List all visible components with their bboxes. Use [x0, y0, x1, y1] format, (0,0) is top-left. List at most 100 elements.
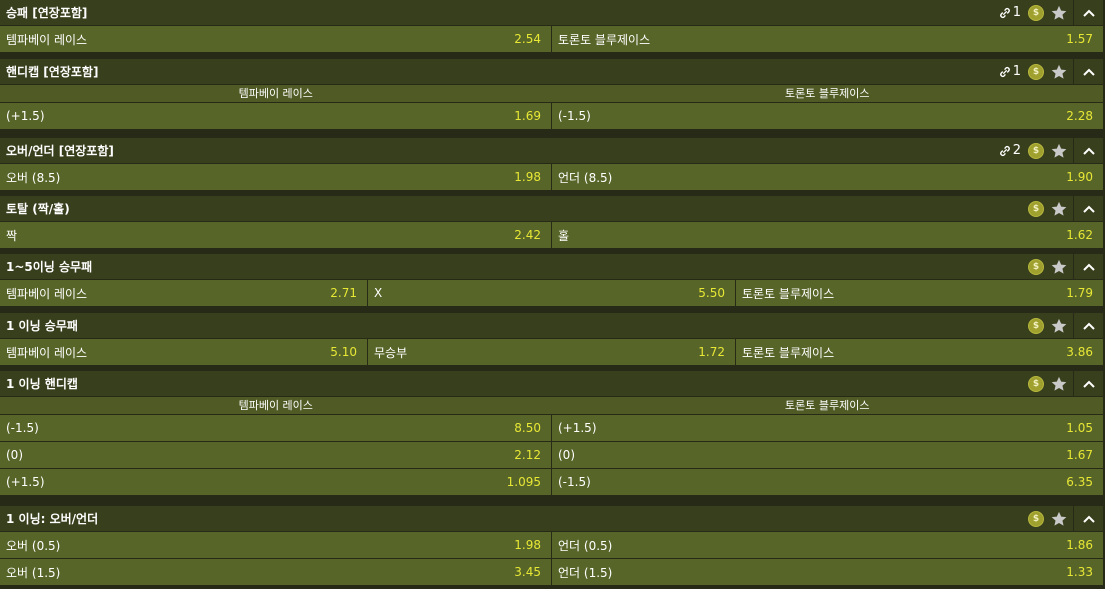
selection-label: 언더 (8.5) [558, 170, 613, 185]
link-icon [999, 7, 1010, 18]
selection-label: (-1.5) [6, 421, 39, 435]
linked-markets[interactable]: 1 [998, 64, 1021, 79]
collapse-button[interactable] [1073, 196, 1103, 221]
coin-icon[interactable]: $ [1028, 63, 1044, 80]
chevron-up-icon [1082, 68, 1095, 76]
odds-cell[interactable]: 홀 1.62 [552, 222, 1103, 248]
odds-cell[interactable]: 토론토 블루제이스 3.86 [736, 339, 1103, 365]
market-header: 오버/언더 [연장포함] 2 $ [0, 138, 1103, 164]
odds-value: 3.45 [514, 565, 541, 579]
selection-label: (0) [6, 448, 23, 462]
link-icon [999, 66, 1010, 77]
link-count: 2 [1012, 143, 1021, 158]
odds-cell[interactable]: X 5.50 [368, 280, 736, 306]
selection-label: (0) [558, 448, 575, 462]
market-inning-1-handicap: 1 이닝 핸디캡 $ 템파베이 레이스 토론토 블루제이스 (-1.5) 8.50… [0, 371, 1103, 496]
star-icon[interactable] [1050, 510, 1068, 528]
odds-cell[interactable]: 토론토 블루제이스 1.57 [552, 26, 1103, 52]
odds-row: (-1.5) 8.50 (+1.5) 1.05 [0, 415, 1103, 442]
selection-label: (+1.5) [6, 475, 45, 489]
odds-value: 2.54 [514, 32, 541, 46]
odds-row: 오버 (0.5) 1.98 언더 (0.5) 1.86 [0, 532, 1103, 559]
collapse-button[interactable] [1073, 59, 1103, 84]
market-match-result: 승패 [연장포함] 1 $ 템파베이 레이스 2.54 토론토 블루제이스 1.57 [0, 0, 1103, 53]
odds-cell[interactable]: 템파베이 레이스 2.54 [0, 26, 552, 52]
selection-label: 토론토 블루제이스 [742, 345, 835, 360]
odds-value: 1.57 [1066, 32, 1093, 46]
market-handicap: 핸디캡 [연장포함] 1 $ 템파베이 레이스 토론토 블루제이스 (+1.5)… [0, 59, 1103, 130]
odds-cell[interactable]: 오버 (0.5) 1.98 [0, 532, 552, 558]
selection-label: 토론토 블루제이스 [558, 32, 651, 47]
coin-icon[interactable]: $ [1028, 4, 1044, 21]
odds-cell[interactable]: 오버 (1.5) 3.45 [0, 559, 552, 585]
odds-value: 1.67 [1066, 448, 1093, 462]
collapse-button[interactable] [1073, 138, 1103, 163]
linked-markets[interactable]: 1 [998, 5, 1021, 20]
odds-cell[interactable]: 토론토 블루제이스 1.79 [736, 280, 1103, 306]
odds-value: 1.98 [514, 170, 541, 184]
star-icon[interactable] [1050, 258, 1068, 276]
odds-cell[interactable]: (-1.5) 8.50 [0, 415, 552, 441]
odds-cell[interactable]: 무승부 1.72 [368, 339, 736, 365]
collapse-button[interactable] [1073, 254, 1103, 279]
market-inning-1-result: 1 이닝 승무패 $ 템파베이 레이스 5.10 무승부 1.72 토론토 블루제이… [0, 313, 1103, 366]
chevron-up-icon [1082, 515, 1095, 523]
star-icon[interactable] [1050, 200, 1068, 218]
chevron-up-icon [1082, 205, 1095, 213]
odds-value: 5.50 [698, 286, 725, 300]
odds-value: 1.095 [506, 475, 541, 489]
star-icon[interactable] [1050, 375, 1068, 393]
odds-row: (0) 2.12 (0) 1.67 [0, 442, 1103, 469]
column-labels: 템파베이 레이스 토론토 블루제이스 [0, 85, 1103, 103]
coin-icon[interactable]: $ [1028, 258, 1044, 275]
market-header: 토탈 (짝/홀) $ [0, 196, 1103, 222]
selection-label: X [374, 286, 383, 300]
odds-cell[interactable]: (0) 2.12 [0, 442, 552, 468]
coin-icon[interactable]: $ [1028, 200, 1044, 217]
coin-icon[interactable]: $ [1028, 375, 1044, 392]
market-header: 1 이닝: 오버/언더 $ [0, 506, 1103, 532]
selection-label: 오버 (0.5) [6, 538, 61, 553]
odds-cell[interactable]: (+1.5) 1.69 [0, 103, 552, 129]
odds-value: 8.50 [514, 421, 541, 435]
odds-cell[interactable]: 템파베이 레이스 2.71 [0, 280, 368, 306]
odds-cell[interactable]: (0) 1.67 [552, 442, 1103, 468]
coin-icon[interactable]: $ [1028, 142, 1044, 159]
odds-cell[interactable]: (+1.5) 1.095 [0, 469, 552, 495]
odds-cell[interactable]: 오버 (8.5) 1.98 [0, 164, 552, 190]
odds-cell[interactable]: (+1.5) 1.05 [552, 415, 1103, 441]
odds-cell[interactable]: 언더 (1.5) 1.33 [552, 559, 1103, 585]
collapse-button[interactable] [1073, 506, 1103, 531]
collapse-button[interactable] [1073, 313, 1103, 338]
odds-row: 템파베이 레이스 2.54 토론토 블루제이스 1.57 [0, 26, 1103, 53]
market-title: 승패 [연장포함] [6, 6, 88, 20]
odds-cell[interactable]: 템파베이 레이스 5.10 [0, 339, 368, 365]
chevron-up-icon [1082, 147, 1095, 155]
collapse-button[interactable] [1073, 371, 1103, 396]
odds-cell[interactable]: (-1.5) 6.35 [552, 469, 1103, 495]
market-innings-1-5-result: 1~5이닝 승무패 $ 템파베이 레이스 2.71 X 5.50 토론토 블루제이스… [0, 254, 1103, 307]
column-label: 토론토 블루제이스 [785, 87, 870, 100]
chevron-up-icon [1082, 322, 1095, 330]
odds-cell[interactable]: 짝 2.42 [0, 222, 552, 248]
odds-cell[interactable]: 언더 (0.5) 1.86 [552, 532, 1103, 558]
coin-icon[interactable]: $ [1028, 510, 1044, 527]
odds-value: 1.69 [514, 109, 541, 123]
link-count: 1 [1012, 64, 1021, 79]
coin-icon[interactable]: $ [1028, 317, 1044, 334]
star-icon[interactable] [1050, 317, 1068, 335]
star-icon[interactable] [1050, 142, 1068, 160]
star-icon[interactable] [1050, 63, 1068, 81]
linked-markets[interactable]: 2 [998, 143, 1021, 158]
selection-label: 짝 [6, 228, 18, 243]
chevron-up-icon [1082, 263, 1095, 271]
selection-label: 템파베이 레이스 [6, 286, 88, 301]
odds-row: 템파베이 레이스 2.71 X 5.50 토론토 블루제이스 1.79 [0, 280, 1103, 307]
odds-value: 1.86 [1066, 538, 1093, 552]
star-icon[interactable] [1050, 4, 1068, 22]
odds-cell[interactable]: 언더 (8.5) 1.90 [552, 164, 1103, 190]
odds-value: 1.05 [1066, 421, 1093, 435]
chevron-up-icon [1082, 380, 1095, 388]
collapse-button[interactable] [1073, 0, 1103, 25]
odds-cell[interactable]: (-1.5) 2.28 [552, 103, 1103, 129]
